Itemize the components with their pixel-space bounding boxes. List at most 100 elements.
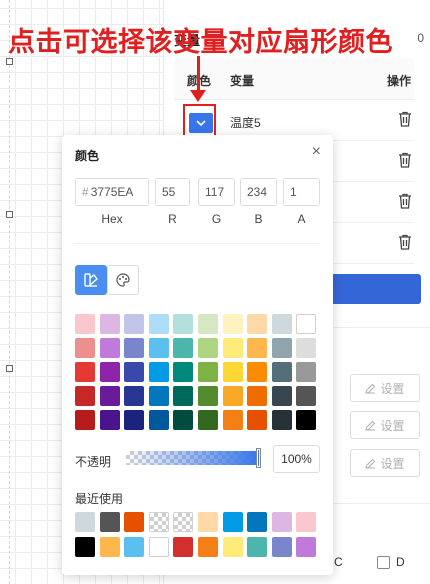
setting-button[interactable]: 设置 [350, 374, 420, 402]
color-swatch[interactable] [198, 512, 218, 532]
color-swatch[interactable] [271, 338, 292, 358]
color-swatch[interactable] [296, 362, 317, 382]
color-swatch[interactable] [198, 314, 218, 334]
color-swatch[interactable] [247, 386, 268, 406]
color-swatch[interactable] [296, 338, 317, 358]
color-swatch[interactable] [99, 362, 120, 382]
opacity-slider[interactable] [126, 451, 260, 465]
color-swatch[interactable] [148, 386, 169, 406]
color-swatch[interactable] [173, 338, 194, 358]
pencil-icon [365, 458, 376, 469]
color-swatch[interactable] [173, 386, 194, 406]
color-swatch[interactable] [99, 410, 120, 430]
color-swatch[interactable] [247, 338, 268, 358]
color-swatch[interactable] [296, 537, 317, 557]
color-swatch[interactable] [271, 410, 292, 430]
color-swatch[interactable] [198, 410, 218, 430]
color-swatch[interactable] [148, 338, 169, 358]
resize-handle[interactable] [6, 211, 13, 218]
highlight-box [183, 104, 216, 137]
trash-icon[interactable] [398, 152, 412, 168]
color-swatch[interactable] [222, 410, 243, 430]
color-swatch[interactable] [173, 362, 194, 382]
color-swatch[interactable] [222, 537, 243, 557]
color-swatch[interactable] [222, 512, 243, 532]
color-swatch[interactable] [198, 362, 218, 382]
color-swatch[interactable] [222, 338, 243, 358]
color-swatch[interactable] [198, 338, 218, 358]
swatch-mode-button[interactable] [75, 265, 107, 295]
red-input[interactable]: 55 [155, 178, 190, 206]
checkbox-option-c[interactable]: C [334, 555, 343, 569]
color-swatch[interactable] [271, 314, 292, 334]
close-icon[interactable]: × [312, 144, 321, 160]
color-swatch[interactable] [173, 314, 194, 334]
color-swatch[interactable] [99, 338, 120, 358]
color-swatch[interactable] [75, 362, 95, 382]
color-swatch[interactable] [198, 537, 218, 557]
color-palette-icon [116, 273, 130, 287]
color-swatch[interactable] [148, 362, 169, 382]
color-swatch[interactable] [99, 537, 120, 557]
color-swatch[interactable] [124, 362, 145, 382]
color-swatch[interactable] [271, 362, 292, 382]
color-swatch[interactable] [99, 314, 120, 334]
color-swatch[interactable] [247, 314, 268, 334]
color-swatch[interactable] [222, 386, 243, 406]
setting-button[interactable]: 设置 [350, 449, 420, 477]
hex-input[interactable]: # 3775EA [75, 178, 149, 206]
color-swatch[interactable] [124, 338, 145, 358]
color-picker-title: 颜色 [75, 149, 100, 163]
custom-color-mode-button[interactable] [107, 265, 139, 295]
color-swatch[interactable] [99, 512, 120, 532]
opacity-slider-thumb[interactable] [257, 449, 260, 467]
color-swatch[interactable] [247, 537, 268, 557]
trash-icon[interactable] [398, 234, 412, 250]
alpha-input[interactable]: 1 [283, 178, 320, 206]
color-swatch[interactable] [271, 537, 292, 557]
hex-prefix: # [82, 185, 89, 199]
opacity-input[interactable]: 100% [273, 445, 320, 473]
trash-icon[interactable] [398, 111, 412, 127]
color-swatch[interactable] [148, 537, 169, 557]
color-swatch[interactable] [75, 386, 95, 406]
color-swatch[interactable] [75, 314, 95, 334]
color-swatch[interactable] [296, 512, 317, 532]
color-swatch[interactable] [148, 410, 169, 430]
color-swatch[interactable] [222, 314, 243, 334]
color-swatch[interactable] [296, 314, 317, 334]
color-swatch[interactable] [173, 537, 194, 557]
color-swatch[interactable] [296, 386, 317, 406]
color-swatch[interactable] [247, 362, 268, 382]
color-swatch[interactable] [271, 386, 292, 406]
color-swatch[interactable] [75, 338, 95, 358]
color-swatch[interactable] [99, 386, 120, 406]
color-swatch[interactable] [271, 512, 292, 532]
color-swatch[interactable] [124, 537, 145, 557]
recent-colors-label: 最近使用 [75, 492, 124, 506]
color-swatch[interactable] [124, 386, 145, 406]
color-swatch[interactable] [222, 362, 243, 382]
color-swatch[interactable] [247, 512, 268, 532]
color-swatch[interactable] [198, 386, 218, 406]
color-swatch[interactable] [296, 410, 317, 430]
green-input[interactable]: 117 [198, 178, 235, 206]
trash-icon[interactable] [398, 193, 412, 209]
color-swatch[interactable] [148, 314, 169, 334]
color-swatch[interactable] [173, 512, 194, 532]
checkbox[interactable] [377, 555, 390, 569]
blue-input[interactable]: 234 [240, 178, 277, 206]
color-swatch[interactable] [75, 537, 95, 557]
color-swatch[interactable] [124, 512, 145, 532]
checkbox-option-d[interactable]: D [377, 555, 405, 569]
setting-button[interactable]: 设置 [350, 411, 420, 439]
color-swatch[interactable] [173, 410, 194, 430]
color-swatch[interactable] [75, 512, 95, 532]
color-swatch[interactable] [75, 410, 95, 430]
resize-handle[interactable] [6, 58, 13, 65]
color-swatch[interactable] [124, 410, 145, 430]
color-swatch[interactable] [124, 314, 145, 334]
resize-handle[interactable] [6, 365, 13, 372]
color-swatch[interactable] [148, 512, 169, 532]
color-swatch[interactable] [247, 410, 268, 430]
